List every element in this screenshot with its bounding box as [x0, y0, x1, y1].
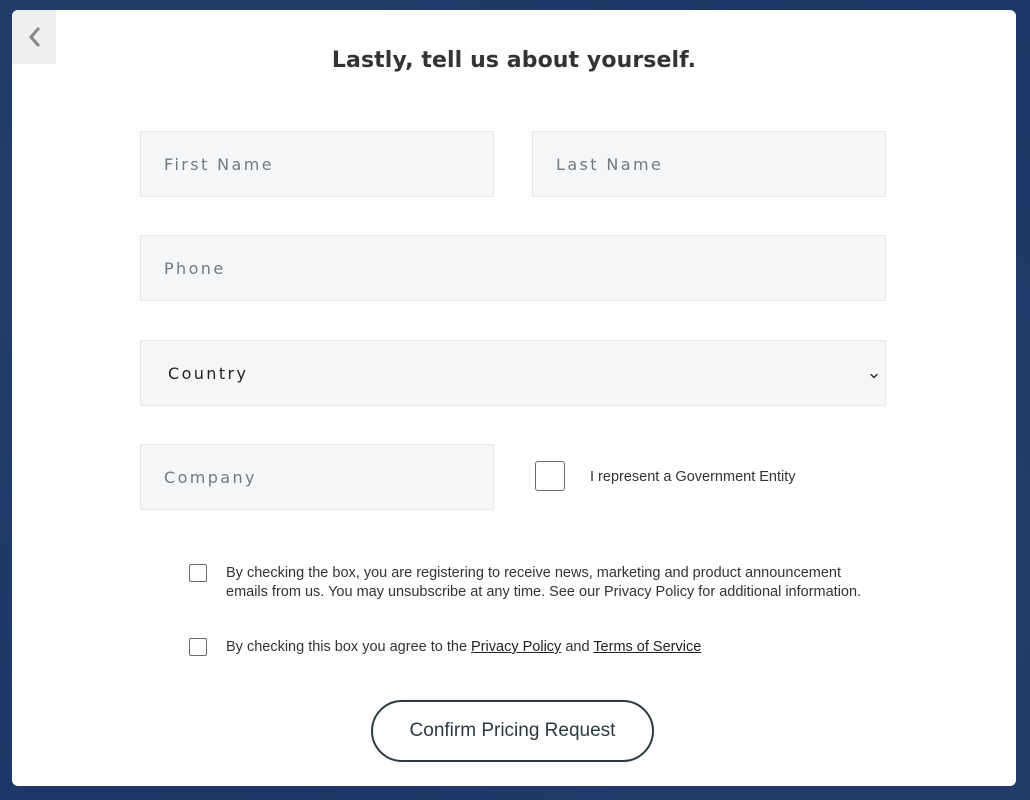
marketing-consent-checkbox[interactable]: [189, 564, 207, 582]
first-name-input[interactable]: [141, 132, 493, 196]
terms-agree-prefix: By checking this box you agree to the: [226, 639, 472, 655]
last-name-field-container: [532, 131, 886, 197]
company-input[interactable]: [141, 445, 493, 509]
terms-of-service-link[interactable]: Terms of Service: [593, 639, 701, 655]
page-title: Lastly, tell us about yourself.: [331, 48, 697, 73]
company-field-container: [140, 444, 494, 510]
phone-input[interactable]: [141, 236, 885, 300]
phone-field-container: [140, 235, 886, 301]
country-select[interactable]: Country: [140, 340, 886, 406]
government-entity-checkbox[interactable]: [535, 461, 565, 491]
privacy-policy-link[interactable]: Privacy Policy: [471, 639, 561, 655]
form-card: Lastly, tell us about yourself. Country …: [12, 10, 1016, 786]
terms-agree-checkbox[interactable]: [189, 638, 207, 656]
country-select-value: Country: [168, 363, 249, 383]
first-name-field-container: [140, 131, 494, 197]
terms-agree-text: By checking this box you agree to the Pr…: [226, 638, 886, 657]
last-name-input[interactable]: [533, 132, 885, 196]
government-entity-label: I represent a Government Entity: [590, 469, 796, 485]
chevron-down-icon: [869, 368, 879, 379]
confirm-pricing-request-button[interactable]: Confirm Pricing Request: [371, 700, 654, 762]
chevron-left-icon: [27, 27, 41, 47]
terms-agree-middle: and: [561, 639, 594, 655]
marketing-consent-text: By checking the box, you are registering…: [226, 565, 862, 600]
